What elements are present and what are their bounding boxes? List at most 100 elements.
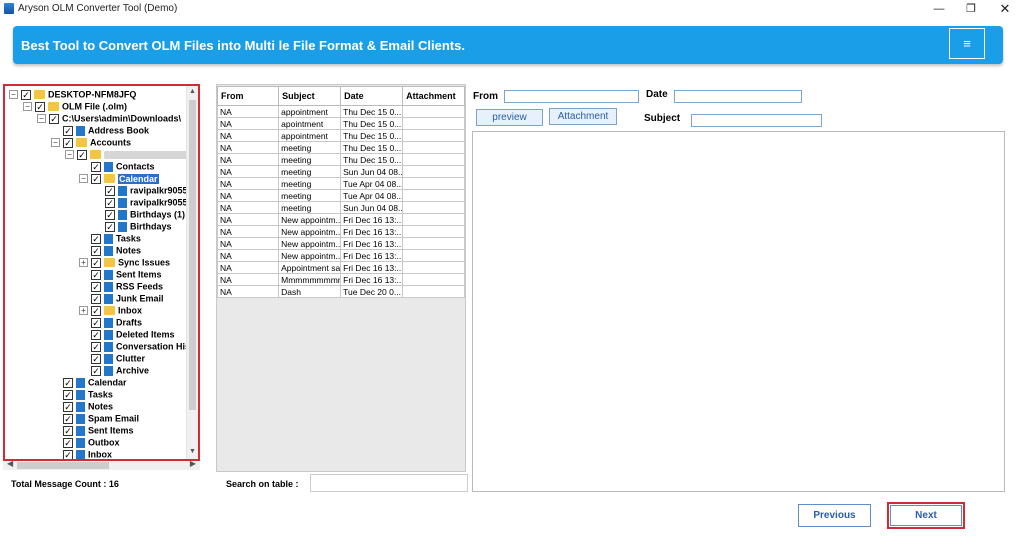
table-row[interactable]: NA meeting Sun Jun 04 08...: [216, 201, 465, 214]
tree-node[interactable]: ✓ Spam Email: [51, 412, 139, 424]
tree-node[interactable]: ✓ Conversation Hist: [79, 340, 193, 352]
tree-node[interactable]: ✓ Calendar: [51, 376, 127, 388]
tree-node[interactable]: ✓ RSS Feeds: [79, 280, 163, 292]
table-row[interactable]: NA New appointm... Fri Dec 16 13:...: [216, 249, 465, 262]
table-row[interactable]: NA New appointm... Fri Dec 16 13:...: [216, 213, 465, 226]
tree-node-checkbox[interactable]: ✓: [91, 257, 101, 268]
tree-node-checkbox[interactable]: ✓: [49, 113, 59, 124]
collapse-icon[interactable]: −: [79, 174, 88, 184]
tree-node[interactable]: ✓ Contacts: [79, 160, 155, 172]
tree-node[interactable]: ✓ Drafts: [79, 316, 142, 328]
tree-node-checkbox[interactable]: ✓: [105, 209, 115, 220]
from-field[interactable]: [504, 90, 639, 103]
table-search-input[interactable]: [310, 474, 468, 492]
table-row[interactable]: NA meeting Tue Apr 04 08...: [216, 189, 465, 202]
table-row[interactable]: NA Appointment sat Fri Dec 16 13:...: [216, 261, 465, 274]
tree-node[interactable]: ✓ Sent Items: [51, 424, 134, 436]
tree-node-checkbox[interactable]: ✓: [91, 269, 101, 280]
tree-node[interactable]: ✓ Deleted Items: [79, 328, 175, 340]
close-button[interactable]: ✕: [988, 0, 1022, 18]
tree-node[interactable]: ✓ Tasks: [79, 232, 141, 244]
tree-node[interactable]: + ✓ Inbox: [79, 304, 142, 316]
tree-node-checkbox[interactable]: ✓: [91, 365, 101, 376]
tree-node-checkbox[interactable]: ✓: [105, 197, 115, 208]
tree-node[interactable]: − ✓ Calendar: [79, 172, 159, 184]
column-header-from[interactable]: From: [216, 86, 280, 106]
tree-node-checkbox[interactable]: ✓: [63, 137, 73, 148]
scroll-up-icon[interactable]: ▲: [189, 88, 196, 95]
tree-node[interactable]: ✓ Outbox: [51, 436, 120, 448]
table-row[interactable]: NA Mmmmmmmmm Fri Dec 16 13:...: [216, 273, 465, 286]
scroll-left-icon[interactable]: ◀: [7, 459, 13, 468]
column-header-attachment[interactable]: Attachment: [402, 86, 465, 106]
table-row[interactable]: NA apointment Thu Dec 15 0...: [216, 117, 465, 130]
table-row[interactable]: NA appointment Thu Dec 15 0...: [216, 129, 465, 142]
tree-node[interactable]: ✓ Birthdays (1): [93, 208, 185, 220]
scrollbar-thumb[interactable]: [17, 462, 109, 469]
tree-node-checkbox[interactable]: ✓: [63, 449, 73, 459]
tree-node-checkbox[interactable]: ✓: [91, 293, 101, 304]
table-row[interactable]: NA Dash Tue Dec 20 0...: [216, 285, 465, 298]
collapse-icon[interactable]: −: [37, 114, 46, 124]
tree-node-checkbox[interactable]: ✓: [91, 329, 101, 340]
tree-node[interactable]: − ✓: [65, 148, 196, 160]
preview-button[interactable]: preview: [476, 109, 543, 126]
expand-icon[interactable]: +: [79, 306, 88, 316]
table-row[interactable]: NA meeting Thu Dec 15 0...: [216, 141, 465, 154]
tree-node-checkbox[interactable]: ✓: [35, 101, 45, 112]
tree-node[interactable]: − ✓ DESKTOP-NFM8JFQ: [9, 88, 136, 100]
tree-node[interactable]: − ✓ OLM File (.olm): [23, 100, 127, 112]
previous-button[interactable]: Previous: [798, 504, 871, 527]
table-row[interactable]: NA meeting Sun Jun 04 08...: [216, 165, 465, 178]
tree-node-checkbox[interactable]: ✓: [91, 245, 101, 256]
message-preview-pane[interactable]: [472, 131, 1005, 492]
scroll-down-icon[interactable]: ▼: [189, 448, 196, 455]
subject-field[interactable]: [691, 114, 822, 127]
expand-icon[interactable]: +: [79, 258, 88, 268]
tree-node[interactable]: ✓ Tasks: [51, 388, 113, 400]
tree-node-checkbox[interactable]: ✓: [63, 401, 73, 412]
table-row[interactable]: NA meeting Thu Dec 15 0...: [216, 153, 465, 166]
folder-tree[interactable]: − ✓ DESKTOP-NFM8JFQ − ✓ OLM File (.olm) − ✓ C:\U…: [3, 84, 200, 461]
collapse-icon[interactable]: −: [23, 102, 32, 112]
tree-node[interactable]: ✓ Birthdays: [93, 220, 172, 232]
tree-node-checkbox[interactable]: ✓: [91, 161, 101, 172]
tree-node[interactable]: ✓ Archive: [79, 364, 149, 376]
attachment-button[interactable]: Attachment: [549, 108, 617, 125]
tree-node-checkbox[interactable]: ✓: [105, 185, 115, 196]
tree-node-checkbox[interactable]: ✓: [91, 341, 101, 352]
tree-node[interactable]: − ✓ C:\Users\admin\Downloads\: [37, 112, 181, 124]
tree-node[interactable]: ✓ Sent Items: [79, 268, 162, 280]
tree-node[interactable]: ✓ Clutter: [79, 352, 145, 364]
table-row[interactable]: NA meeting Tue Apr 04 08...: [216, 177, 465, 190]
tree-node[interactable]: ✓ Notes: [79, 244, 141, 256]
tree-node-checkbox[interactable]: ✓: [91, 353, 101, 364]
tree-node-checkbox[interactable]: ✓: [63, 125, 73, 136]
tree-node[interactable]: + ✓ Sync Issues: [79, 256, 170, 268]
scroll-right-icon[interactable]: ▶: [190, 459, 196, 468]
scrollbar-thumb[interactable]: [189, 100, 196, 410]
next-button[interactable]: Next: [890, 505, 962, 526]
tree-node[interactable]: ✓ ravipalkr9055: [93, 196, 188, 208]
collapse-icon[interactable]: −: [9, 90, 18, 100]
column-header-date[interactable]: Date: [340, 86, 404, 106]
tree-node[interactable]: ✓ Address Book: [51, 124, 149, 136]
tree-node-checkbox[interactable]: ✓: [63, 377, 73, 388]
tree-node[interactable]: ✓ ravipalkr9055: [93, 184, 188, 196]
tree-node[interactable]: ✓ Junk Email: [79, 292, 164, 304]
date-field[interactable]: [674, 90, 802, 103]
table-row[interactable]: NA appointment Thu Dec 15 0...: [216, 105, 465, 118]
tree-node-checkbox[interactable]: ✓: [91, 317, 101, 328]
tree-node-checkbox[interactable]: ✓: [91, 233, 101, 244]
tree-node-checkbox[interactable]: ✓: [63, 413, 73, 424]
tree-node-checkbox[interactable]: ✓: [91, 305, 101, 316]
tree-horizontal-scrollbar[interactable]: ◀ ▶: [3, 459, 200, 470]
tree-node-checkbox[interactable]: ✓: [91, 173, 101, 184]
table-row[interactable]: NA New appointm... Fri Dec 16 13:...: [216, 237, 465, 250]
minimize-button[interactable]: —: [922, 0, 956, 18]
collapse-icon[interactable]: −: [65, 150, 74, 160]
tree-node-checkbox[interactable]: ✓: [63, 437, 73, 448]
column-header-subject[interactable]: Subject: [278, 86, 342, 106]
tree-vertical-scrollbar[interactable]: ▲ ▼: [186, 86, 198, 459]
tree-node-checkbox[interactable]: ✓: [63, 425, 73, 436]
